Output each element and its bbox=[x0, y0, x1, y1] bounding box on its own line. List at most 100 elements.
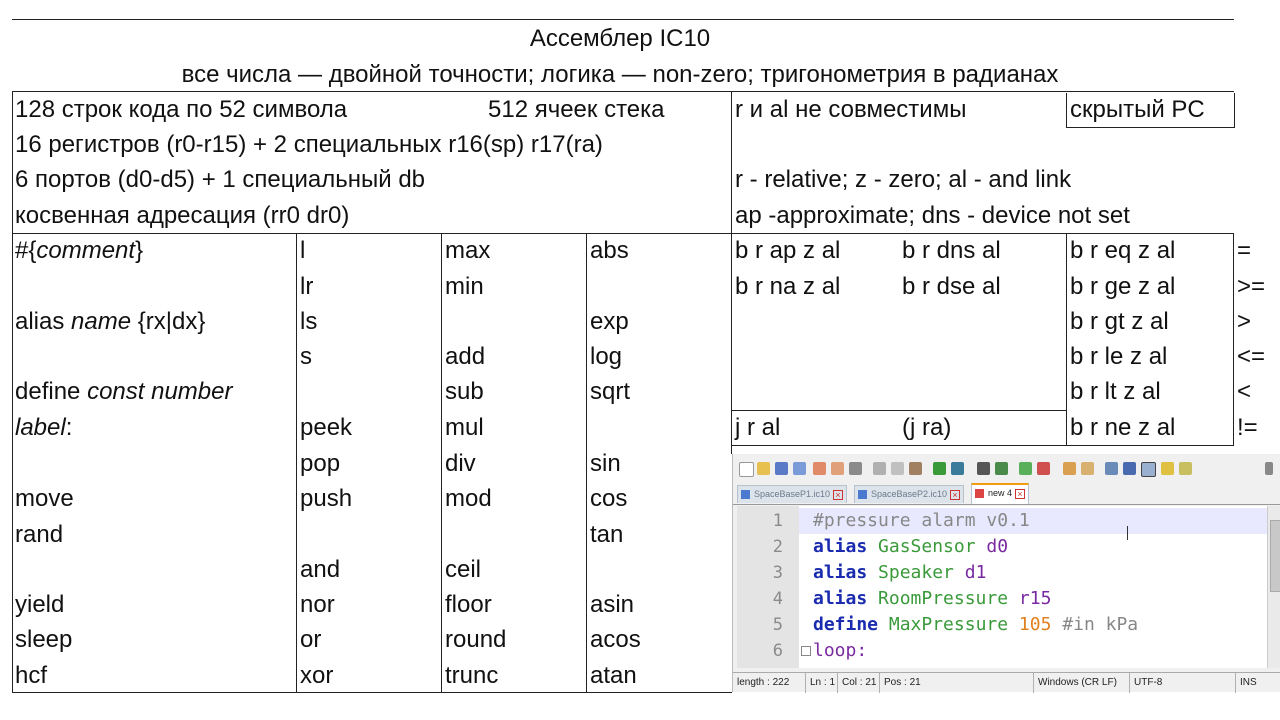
tab-label: SpaceBaseP2.ic10 bbox=[871, 489, 948, 499]
find-icon[interactable] bbox=[977, 462, 990, 475]
op-div: div bbox=[445, 450, 476, 477]
branch-le: b r le z al bbox=[1070, 343, 1168, 370]
code-line: loop: bbox=[813, 640, 868, 661]
op-ceil: ceil bbox=[445, 556, 482, 583]
hidden-pc-label: скрытый PC bbox=[1070, 96, 1205, 123]
symbol-ge: >= bbox=[1237, 273, 1266, 300]
indent-guide-icon[interactable] bbox=[1141, 462, 1156, 477]
code-area[interactable]: 1 2 3 4 5 6 #pressure alarm v0.1 alias G… bbox=[737, 506, 1267, 668]
status-bar: length : 222 Ln : 1 Col : 21 Pos : 21 Wi… bbox=[733, 672, 1280, 693]
branch-lt: b r lt z al bbox=[1070, 378, 1161, 405]
branch-ne: b r ne z al bbox=[1070, 414, 1176, 441]
op-add: add bbox=[445, 343, 486, 370]
status-eol[interactable]: Windows (CR LF) bbox=[1033, 673, 1117, 693]
op-sub: sub bbox=[445, 378, 484, 405]
function-list-icon[interactable] bbox=[1179, 462, 1192, 475]
open-file-icon[interactable] bbox=[757, 462, 770, 475]
op-hcf: hcf bbox=[15, 662, 48, 689]
op-xor: xor bbox=[300, 662, 334, 689]
symbol-eq: = bbox=[1237, 237, 1252, 264]
undo-icon[interactable] bbox=[933, 462, 946, 475]
editor-toolbar bbox=[733, 458, 1280, 480]
ports-info: 6 портов (d0-d5) + 1 специальный db bbox=[15, 166, 426, 193]
status-length: length : 222 bbox=[737, 677, 790, 688]
op-min: min bbox=[445, 273, 484, 300]
op-lr: lr bbox=[300, 273, 314, 300]
op-s: s bbox=[300, 343, 312, 370]
paste-icon[interactable] bbox=[909, 462, 922, 475]
redo-icon[interactable] bbox=[951, 462, 964, 475]
op-l: l bbox=[300, 237, 306, 264]
op-log: log bbox=[590, 343, 623, 370]
line-number: 6 bbox=[772, 641, 783, 661]
replace-icon[interactable] bbox=[995, 462, 1008, 475]
op-round: round bbox=[445, 626, 507, 653]
close-file-icon[interactable] bbox=[813, 462, 826, 475]
save-icon[interactable] bbox=[775, 462, 788, 475]
close-tab-icon[interactable]: × bbox=[1015, 488, 1026, 499]
symbol-le: <= bbox=[1237, 343, 1266, 370]
status-encoding[interactable]: UTF-8 bbox=[1129, 673, 1162, 693]
file-icon bbox=[858, 490, 867, 499]
status-position: Pos : 21 bbox=[879, 673, 921, 693]
op-trunc: trunc bbox=[445, 662, 499, 689]
op-move: move bbox=[15, 485, 74, 512]
op-push: push bbox=[300, 485, 353, 512]
op-abs: abs bbox=[590, 237, 629, 264]
line-number: 2 bbox=[772, 537, 783, 557]
line-number: 3 bbox=[772, 563, 783, 583]
fold-marker-icon[interactable] bbox=[801, 646, 811, 656]
comment-syntax: #{comment} bbox=[15, 237, 144, 264]
branch-dse: b r dse al bbox=[902, 273, 1001, 300]
word-wrap-icon[interactable] bbox=[1105, 462, 1118, 475]
page-subtitle: все числа — двойной точности; логика — n… bbox=[181, 61, 1059, 88]
close-all-icon[interactable] bbox=[831, 462, 844, 475]
op-rand: rand bbox=[15, 521, 64, 548]
tab-spacebase-p1[interactable]: SpaceBaseP1.ic10 × bbox=[737, 485, 848, 503]
op-asin: asin bbox=[590, 591, 635, 618]
tab-label: new 4 bbox=[988, 488, 1013, 498]
legend-line-2: ap -approximate; dns - device not set bbox=[735, 202, 1130, 229]
op-and: and bbox=[300, 556, 341, 583]
line-number: 1 bbox=[772, 511, 783, 531]
text-cursor-icon bbox=[1127, 526, 1128, 540]
define-syntax: define const number bbox=[15, 378, 233, 405]
branch-ap: b r ap z al bbox=[735, 237, 841, 264]
line-number: 4 bbox=[772, 589, 783, 609]
scrollbar-thumb[interactable] bbox=[1270, 520, 1280, 592]
copy-icon[interactable] bbox=[891, 462, 904, 475]
branch-dns: b r dns al bbox=[902, 237, 1001, 264]
sync-scroll-icon[interactable] bbox=[1063, 462, 1076, 475]
save-all-icon[interactable] bbox=[793, 462, 806, 475]
op-sin: sin bbox=[590, 450, 621, 477]
status-line: Ln : 1 bbox=[805, 673, 835, 693]
new-file-icon[interactable] bbox=[739, 462, 754, 477]
show-all-chars-icon[interactable] bbox=[1123, 462, 1136, 475]
op-sqrt: sqrt bbox=[590, 378, 631, 405]
code-line: alias RoomPressure r15 bbox=[813, 588, 1052, 609]
branch-gt: b r gt z al bbox=[1070, 308, 1169, 335]
sync-horizontal-icon[interactable] bbox=[1081, 462, 1094, 475]
op-tan: tan bbox=[590, 521, 624, 548]
tab-new-4[interactable]: new 4 × bbox=[971, 483, 1030, 504]
code-editor-window: SpaceBaseP1.ic10 × SpaceBaseP2.ic10 × new … bbox=[732, 454, 1280, 693]
unsaved-file-icon bbox=[975, 489, 984, 498]
zoom-out-icon[interactable] bbox=[1037, 462, 1050, 475]
op-mul: mul bbox=[445, 414, 484, 441]
cut-icon[interactable] bbox=[873, 462, 886, 475]
code-line: alias GasSensor d0 bbox=[813, 536, 1009, 557]
close-tab-icon[interactable]: × bbox=[950, 489, 961, 500]
indirect-info: косвенная адресация (rr0 dr0) bbox=[15, 202, 350, 229]
document-map-icon[interactable] bbox=[1161, 462, 1174, 475]
zoom-in-icon[interactable] bbox=[1019, 462, 1032, 475]
tab-spacebase-p2[interactable]: SpaceBaseP2.ic10 × bbox=[854, 485, 965, 503]
close-tab-icon[interactable]: × bbox=[833, 489, 844, 500]
overflow-icon[interactable] bbox=[1265, 462, 1273, 475]
print-icon[interactable] bbox=[849, 462, 862, 475]
vertical-scrollbar[interactable] bbox=[1267, 506, 1280, 668]
op-floor: floor bbox=[445, 591, 492, 618]
symbol-lt: < bbox=[1237, 378, 1252, 405]
op-max: max bbox=[445, 237, 491, 264]
op-nor: nor bbox=[300, 591, 335, 618]
op-pop: pop bbox=[300, 450, 341, 477]
